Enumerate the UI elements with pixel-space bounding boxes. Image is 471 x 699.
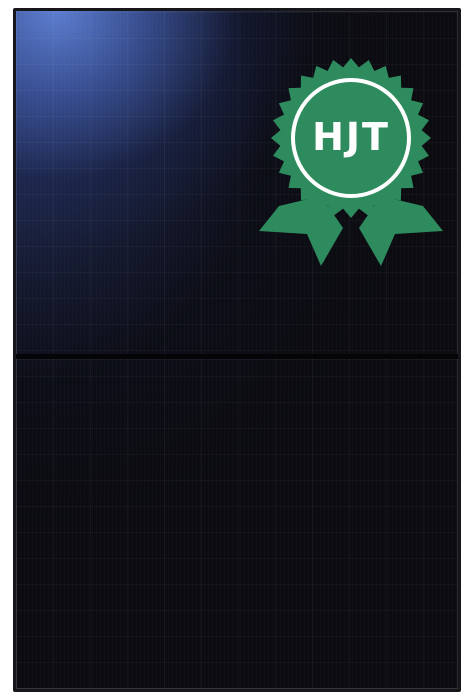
panel-divider (16, 354, 458, 359)
badge-label: HJT (312, 115, 390, 159)
hjt-badge: HJT (259, 56, 443, 268)
rosette-icon (259, 58, 443, 266)
